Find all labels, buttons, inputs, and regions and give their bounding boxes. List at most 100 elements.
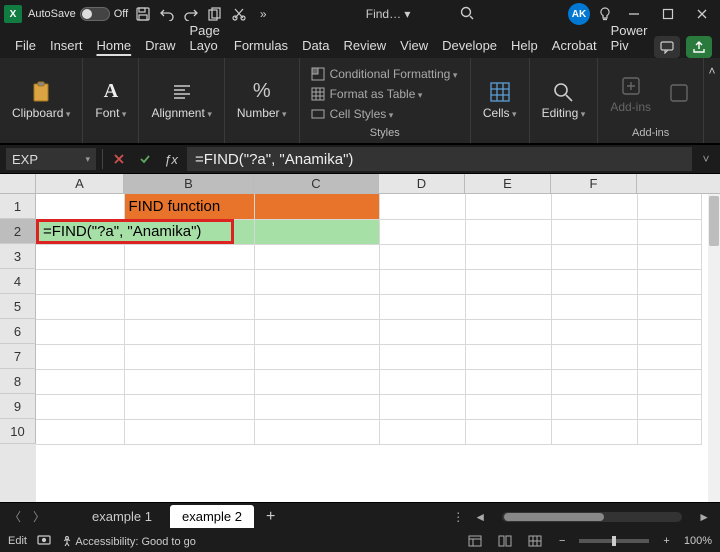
cell-d5[interactable] [379, 294, 465, 319]
cell-f9[interactable] [551, 394, 637, 419]
cell-a1[interactable] [36, 194, 124, 219]
cell-c7[interactable] [254, 344, 379, 369]
cell-g6[interactable] [637, 319, 701, 344]
comments-button[interactable] [654, 36, 680, 58]
cell-c8[interactable] [254, 369, 379, 394]
zoom-out-button[interactable]: − [555, 535, 569, 547]
view-normal-icon[interactable] [465, 533, 485, 549]
insert-function-button[interactable]: ƒx [161, 148, 181, 170]
cell-e10[interactable] [465, 419, 551, 444]
cell-g8[interactable] [637, 369, 701, 394]
cell-e3[interactable] [465, 244, 551, 269]
tab-acrobat[interactable]: Acrobat [545, 33, 604, 58]
row-header-9[interactable]: 9 [0, 394, 36, 419]
cell-a7[interactable] [36, 344, 124, 369]
tab-help[interactable]: Help [504, 33, 545, 58]
row-header-1[interactable]: 1 [0, 194, 36, 219]
cell-e2[interactable] [465, 219, 551, 244]
row-header-2[interactable]: 2 [0, 219, 36, 244]
addins-button[interactable]: Add-ins [606, 72, 655, 116]
cell-styles-button[interactable]: Cell Styles [308, 105, 460, 123]
zoom-slider[interactable] [579, 539, 649, 543]
cell-e7[interactable] [465, 344, 551, 369]
hscroll-right[interactable]: ► [694, 510, 714, 524]
cell-d8[interactable] [379, 369, 465, 394]
save-icon[interactable] [134, 5, 152, 23]
row-header-7[interactable]: 7 [0, 344, 36, 369]
cell-c3[interactable] [254, 244, 379, 269]
cell-b6[interactable] [124, 319, 254, 344]
col-header-a[interactable]: A [36, 174, 124, 193]
cell-e5[interactable] [465, 294, 551, 319]
cell-d3[interactable] [379, 244, 465, 269]
tab-insert[interactable]: Insert [43, 33, 90, 58]
active-cell-editor[interactable]: =FIND("?a", "Anamika") [36, 219, 234, 244]
sheet-nav-prev[interactable]: 〈 [6, 508, 24, 525]
share-button[interactable] [686, 36, 712, 58]
sheet-tab-example-2[interactable]: example 2 [170, 505, 254, 528]
tab-home[interactable]: Home [89, 33, 138, 58]
maximize-button[interactable] [654, 2, 682, 26]
cell-f2[interactable] [551, 219, 637, 244]
ribbon-collapse-button[interactable]: ˄ [704, 58, 720, 143]
cell-f5[interactable] [551, 294, 637, 319]
col-header-c[interactable]: C [254, 174, 379, 193]
cell-d6[interactable] [379, 319, 465, 344]
sheet-nav-next[interactable]: 〉 [30, 508, 48, 525]
cell-b3[interactable] [124, 244, 254, 269]
user-avatar[interactable]: AK [568, 3, 590, 25]
col-header-e[interactable]: E [465, 174, 551, 193]
tab-review[interactable]: Review [337, 33, 394, 58]
cells-button[interactable]: Cells [479, 78, 521, 122]
search-icon[interactable] [460, 6, 474, 23]
cell-f1[interactable] [551, 194, 637, 219]
cell-g10[interactable] [637, 419, 701, 444]
cell-c9[interactable] [254, 394, 379, 419]
row-header-3[interactable]: 3 [0, 244, 36, 269]
row-header-4[interactable]: 4 [0, 269, 36, 294]
row-header-5[interactable]: 5 [0, 294, 36, 319]
cell-g3[interactable] [637, 244, 701, 269]
cell-f10[interactable] [551, 419, 637, 444]
cell-d10[interactable] [379, 419, 465, 444]
cell-g7[interactable] [637, 344, 701, 369]
tab-draw[interactable]: Draw [138, 33, 182, 58]
cell-g4[interactable] [637, 269, 701, 294]
new-sheet-button[interactable]: + [260, 508, 281, 526]
select-all-corner[interactable] [0, 174, 36, 193]
macro-record-icon[interactable] [37, 533, 51, 550]
tab-formulas[interactable]: Formulas [227, 33, 295, 58]
col-header-f[interactable]: F [551, 174, 637, 193]
cell-a8[interactable] [36, 369, 124, 394]
sheet-bar-options-icon[interactable]: ⋮ [452, 510, 464, 524]
tab-powerpivot[interactable]: Power Piv [604, 18, 655, 58]
name-box[interactable]: EXP ▾ [6, 148, 96, 170]
cell-d1[interactable] [379, 194, 465, 219]
addins-extra-button[interactable] [663, 79, 695, 109]
font-button[interactable]: A Font [91, 78, 130, 122]
close-button[interactable] [688, 2, 716, 26]
tab-view[interactable]: View [393, 33, 435, 58]
col-header-d[interactable]: D [379, 174, 465, 193]
document-name[interactable]: Find… ▾ [366, 7, 411, 21]
tab-data[interactable]: Data [295, 33, 336, 58]
cell-g9[interactable] [637, 394, 701, 419]
formula-cancel-button[interactable] [109, 148, 129, 170]
cell-a5[interactable] [36, 294, 124, 319]
cell-f7[interactable] [551, 344, 637, 369]
editing-button[interactable]: Editing [538, 78, 590, 122]
conditional-formatting-button[interactable]: Conditional Formatting [308, 65, 460, 83]
cell-e1[interactable] [465, 194, 551, 219]
cell-d9[interactable] [379, 394, 465, 419]
cell-b1[interactable]: FIND function [124, 194, 254, 219]
sheet-tab-example-1[interactable]: example 1 [80, 505, 164, 528]
cell-a6[interactable] [36, 319, 124, 344]
cell-a9[interactable] [36, 394, 124, 419]
tab-file[interactable]: File [8, 33, 43, 58]
cut-icon[interactable] [230, 5, 248, 23]
formula-input[interactable]: =FIND("?a", "Anamika") [187, 147, 692, 171]
row-header-8[interactable]: 8 [0, 369, 36, 394]
cell-e9[interactable] [465, 394, 551, 419]
clipboard-button[interactable]: Clipboard [8, 78, 74, 122]
hscroll-left[interactable]: ◄ [470, 510, 490, 524]
